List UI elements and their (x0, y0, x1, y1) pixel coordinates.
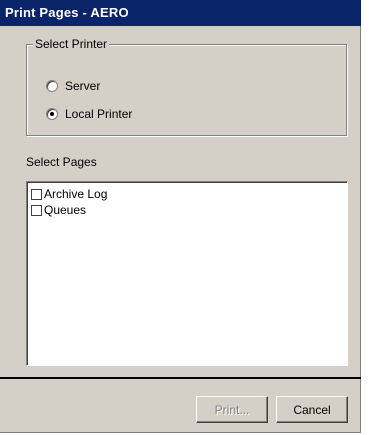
pages-listbox[interactable]: Archive Log Queues (26, 181, 348, 366)
radio-local-printer[interactable]: Local Printer (46, 106, 132, 122)
list-item-archive-log[interactable]: Archive Log (31, 186, 347, 202)
list-item-queues[interactable]: Queues (31, 202, 347, 218)
select-printer-legend: Select Printer (33, 37, 110, 51)
checkbox-queues[interactable] (31, 204, 42, 216)
print-pages-dialog: Print Pages - AERO Select Printer Server… (0, 0, 361, 433)
checkbox-archive-log[interactable] (31, 188, 42, 200)
title-bar: Print Pages - AERO (0, 0, 361, 26)
footer-separator (0, 377, 361, 379)
print-button[interactable]: Print... (196, 396, 268, 423)
cancel-button[interactable]: Cancel (276, 396, 348, 423)
radio-button-checked[interactable] (46, 108, 58, 120)
archive-log-label: Archive Log (44, 187, 108, 201)
radio-button-unchecked[interactable] (46, 80, 58, 92)
queues-label: Queues (44, 203, 87, 217)
radio-server-label: Server (65, 79, 101, 93)
select-pages-label: Select Pages (26, 155, 97, 169)
radio-local-printer-label: Local Printer (65, 107, 133, 121)
radio-server[interactable]: Server (46, 78, 100, 94)
